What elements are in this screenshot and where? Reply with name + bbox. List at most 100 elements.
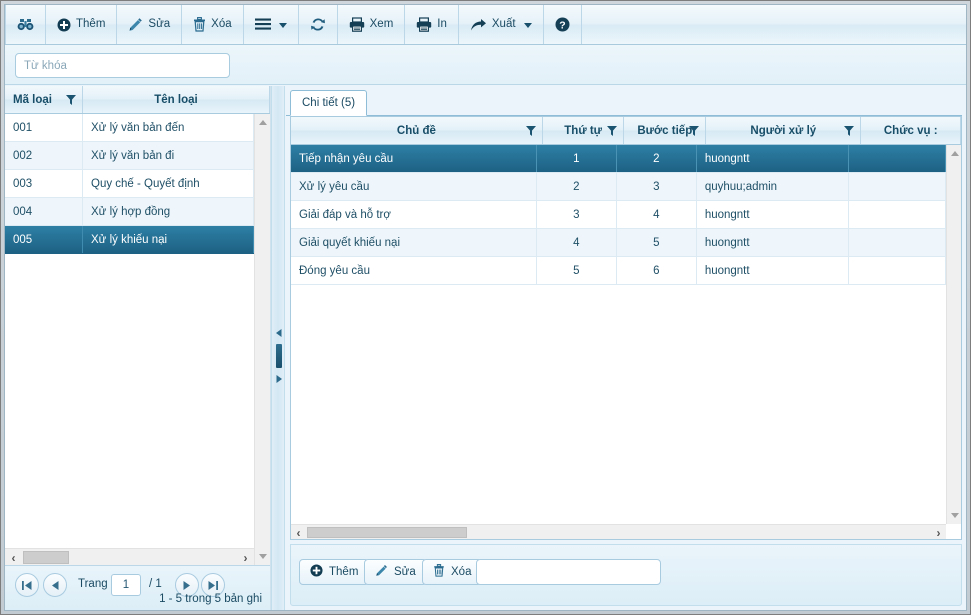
category-grid-header: Mã loại Tên loại xyxy=(5,86,270,114)
table-row[interactable]: Giải quyết khiếu nại 4 5 huongntt xyxy=(291,229,946,257)
detail-grid-body[interactable]: Tiếp nhận yêu cầu 1 2 huongntt Xử lý yêu… xyxy=(291,145,946,524)
tab-chi-tiet[interactable]: Chi tiết (5) xyxy=(290,90,368,116)
pencil-icon xyxy=(375,564,388,580)
table-row[interactable]: 002 Xử lý văn bản đi xyxy=(5,142,254,170)
cell-buoc-tiep: 3 xyxy=(617,173,697,200)
detail-action-bar: Thêm Sửa Xóa xyxy=(290,544,962,606)
table-row[interactable]: Giải đáp và hỗ trợ 3 4 huongntt xyxy=(291,201,946,229)
cell-chuc-vu xyxy=(849,229,946,256)
first-page-button[interactable] xyxy=(15,573,39,597)
table-row[interactable]: 001 Xử lý văn bản đến xyxy=(5,114,254,142)
cell-chu-de: Giải đáp và hỗ trợ xyxy=(291,201,537,228)
filter-icon[interactable] xyxy=(844,125,855,136)
table-row[interactable]: 003 Quy chế - Quyết định xyxy=(5,170,254,198)
cell-ten-loai: Xử lý khiếu nại xyxy=(83,226,254,253)
category-list[interactable]: 001 Xử lý văn bản đến 002 Xử lý văn bản … xyxy=(5,114,254,565)
detail-delete-button[interactable]: Xóa xyxy=(422,559,483,585)
detail-text-input[interactable] xyxy=(476,559,661,585)
cell-nguoi-xu-ly: huongntt xyxy=(697,201,849,228)
search-input[interactable] xyxy=(15,53,230,78)
scroll-up-icon[interactable] xyxy=(255,114,271,131)
cell-ma-loai: 004 xyxy=(5,198,83,225)
table-row[interactable]: Đóng yêu cầu 5 6 huongntt xyxy=(291,257,946,285)
table-row[interactable]: 004 Xử lý hợp đồng xyxy=(5,198,254,226)
help-button[interactable]: ? xyxy=(544,5,582,44)
export-button-label: Xuất xyxy=(491,18,516,31)
cell-chu-de: Giải quyết khiếu nại xyxy=(291,229,537,256)
cell-chu-de: Tiếp nhận yêu cầu xyxy=(291,145,537,172)
refresh-button[interactable] xyxy=(299,5,338,44)
cell-ten-loai: Xử lý văn bản đi xyxy=(83,142,254,169)
detail-grid-horizontal-scrollbar[interactable]: ‹ › xyxy=(291,524,946,540)
menu-dropdown-button[interactable] xyxy=(244,5,299,44)
category-list-vertical-scrollbar[interactable] xyxy=(254,114,270,565)
cell-buoc-tiep: 5 xyxy=(617,229,697,256)
prev-page-button[interactable] xyxy=(43,573,67,597)
total-pages-label: / 1 xyxy=(149,578,162,590)
detail-add-button[interactable]: Thêm xyxy=(299,559,370,585)
binoculars-icon xyxy=(17,17,34,32)
column-header-buoc-tiep[interactable]: Bước tiếp xyxy=(624,117,707,144)
printer-icon xyxy=(416,17,432,32)
scroll-down-icon[interactable] xyxy=(947,507,963,524)
add-button[interactable]: Thêm xyxy=(46,5,118,44)
column-header-chuc-vu[interactable]: Chức vụ : xyxy=(861,117,961,144)
panel-splitter[interactable] xyxy=(271,86,285,610)
scroll-down-icon[interactable] xyxy=(255,548,271,565)
edit-button-label: Sửa xyxy=(148,18,171,31)
scroll-thumb[interactable] xyxy=(307,527,467,538)
cell-chuc-vu xyxy=(849,257,946,284)
scroll-up-icon[interactable] xyxy=(947,145,963,162)
column-header-label: Người xử lý xyxy=(750,124,817,137)
help-question-icon: ? xyxy=(555,17,570,32)
column-header-thu-tu[interactable]: Thứ tự xyxy=(543,117,625,144)
cell-chu-de: Đóng yêu cầu xyxy=(291,257,537,284)
print-preview-button[interactable]: Xem xyxy=(338,5,406,44)
collapse-left-icon[interactable] xyxy=(276,328,282,340)
column-header-label: Chức vụ : xyxy=(883,124,938,137)
scroll-right-icon[interactable]: › xyxy=(931,525,946,540)
scroll-right-icon[interactable]: › xyxy=(237,549,254,566)
table-row[interactable]: Xử lý yêu cầu 2 3 quyhuu;admin xyxy=(291,173,946,201)
main-toolbar: Thêm Sửa Xóa Xem In Xuất ? xyxy=(5,5,966,45)
scroll-left-icon[interactable]: ‹ xyxy=(291,525,306,540)
search-bar xyxy=(5,45,966,85)
export-arrow-icon xyxy=(470,18,487,32)
table-row-selected[interactable]: 005 Xử lý khiếu nại xyxy=(5,226,254,254)
scroll-left-icon[interactable]: ‹ xyxy=(5,549,22,566)
detail-grid-vertical-scrollbar[interactable] xyxy=(946,145,961,524)
detail-edit-button[interactable]: Sửa xyxy=(364,559,427,585)
table-row-selected[interactable]: Tiếp nhận yêu cầu 1 2 huongntt xyxy=(291,145,946,173)
search-find-button[interactable] xyxy=(5,5,46,44)
delete-button[interactable]: Xóa xyxy=(182,5,244,44)
print-button[interactable]: In xyxy=(405,5,459,44)
hamburger-menu-icon xyxy=(254,18,271,31)
column-header-chu-de[interactable]: Chủ đề xyxy=(291,117,543,144)
export-button[interactable]: Xuất xyxy=(459,5,544,44)
cell-ten-loai: Xử lý hợp đồng xyxy=(83,198,254,225)
edit-button[interactable]: Sửa xyxy=(117,5,183,44)
print-preview-icon xyxy=(349,17,365,32)
delete-button-label: Xóa xyxy=(211,18,232,31)
column-header-ma-loai[interactable]: Mã loại xyxy=(5,86,83,113)
category-list-horizontal-scrollbar[interactable]: ‹ › xyxy=(5,548,254,565)
add-button-label: Thêm xyxy=(76,18,106,31)
detail-delete-label: Xóa xyxy=(451,566,472,578)
collapse-right-icon[interactable] xyxy=(276,374,282,386)
column-header-label: Bước tiếp xyxy=(637,124,693,137)
detail-panel: Chi tiết (5) Chủ đề Thứ tự Bước tiếp Ngư… xyxy=(286,86,966,610)
scroll-thumb[interactable] xyxy=(23,551,69,564)
splitter-drag-handle[interactable] xyxy=(276,344,282,368)
filter-icon[interactable] xyxy=(66,94,76,105)
column-header-nguoi-xu-ly[interactable]: Người xử lý xyxy=(706,117,862,144)
page-number-input[interactable] xyxy=(111,574,141,596)
window-client-area: Thêm Sửa Xóa Xem In Xuất ? Từ khóa Mã lo… xyxy=(4,4,967,611)
column-header-ten-loai[interactable]: Tên loại xyxy=(83,86,270,113)
print-button-label: In xyxy=(437,18,447,31)
filter-icon[interactable] xyxy=(607,125,618,136)
filter-icon[interactable] xyxy=(525,125,536,136)
filter-icon[interactable] xyxy=(689,125,700,136)
application-window: Thêm Sửa Xóa Xem In Xuất ? Từ khóa Mã lo… xyxy=(0,0,971,615)
cell-nguoi-xu-ly: huongntt xyxy=(697,145,849,172)
cell-ten-loai: Xử lý văn bản đến xyxy=(83,114,254,141)
